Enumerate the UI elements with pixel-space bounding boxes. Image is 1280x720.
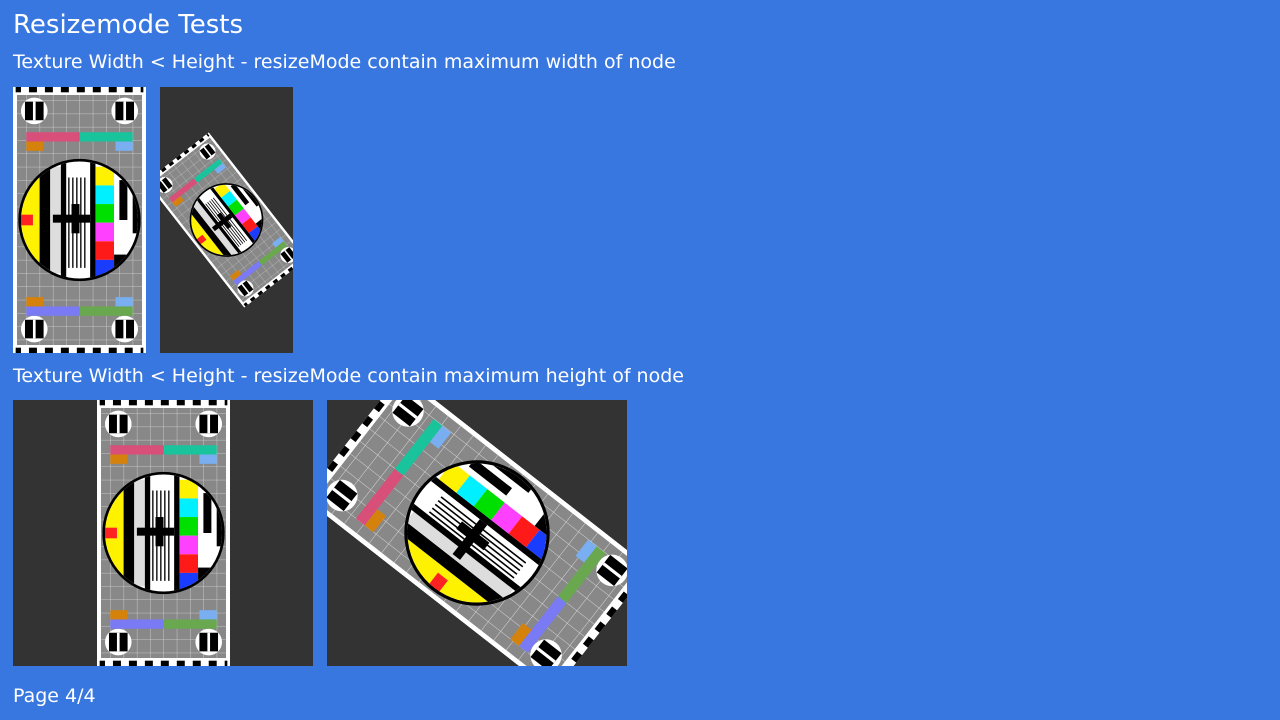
texture-node-rotated-small	[160, 87, 293, 353]
section-caption-width: Texture Width < Height - resizeMode cont…	[13, 51, 676, 73]
page-indicator: Page 4/4	[13, 685, 96, 707]
test-card-texture-rotated	[327, 400, 627, 666]
test-card-texture	[13, 87, 146, 353]
texture-node-upright-wide	[13, 400, 313, 666]
texture-node-rotated-wide	[327, 400, 627, 666]
texture-node-upright-small	[13, 87, 146, 353]
page-title: Resizemode Tests	[13, 10, 244, 40]
test-card-texture-rotated	[160, 87, 293, 353]
section-caption-height: Texture Width < Height - resizeMode cont…	[13, 365, 684, 387]
test-card-texture	[13, 400, 313, 666]
